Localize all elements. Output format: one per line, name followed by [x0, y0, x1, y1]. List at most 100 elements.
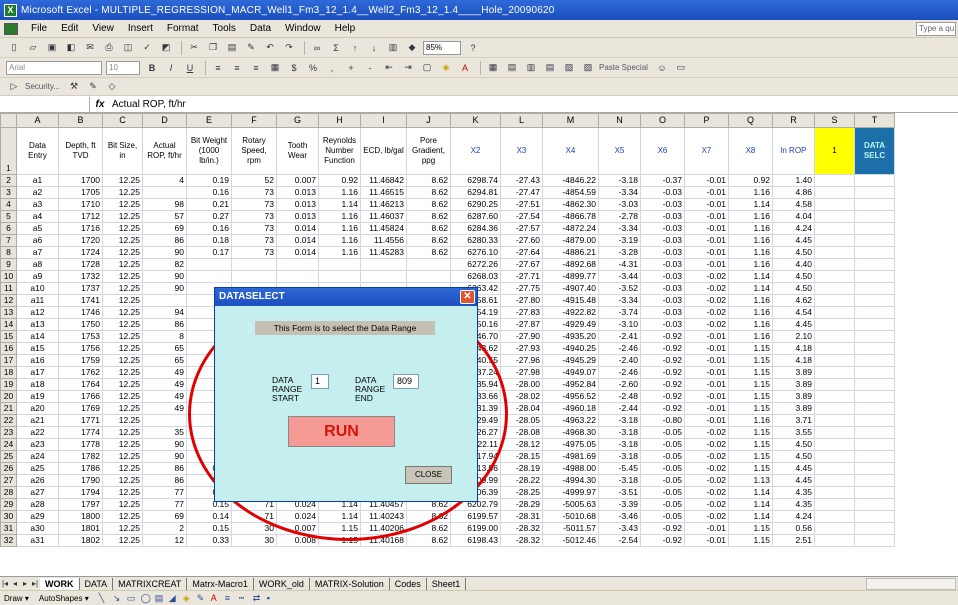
cell[interactable]: [854, 450, 895, 463]
cell[interactable]: -3.03: [598, 198, 641, 211]
cell[interactable]: 8.62: [406, 510, 451, 523]
header-cell[interactable]: 1: [814, 127, 855, 175]
cell[interactable]: 4.50: [772, 450, 815, 463]
cell[interactable]: [854, 414, 895, 427]
cell[interactable]: [854, 402, 895, 415]
cell[interactable]: [814, 210, 855, 223]
cell[interactable]: [360, 258, 407, 271]
cell[interactable]: -3.18: [598, 474, 641, 487]
cell[interactable]: a8: [16, 258, 59, 271]
fill-color-icon[interactable]: ◈: [438, 61, 454, 75]
column-header-m[interactable]: M: [542, 113, 599, 128]
cell[interactable]: 90: [142, 282, 187, 295]
run-macro-icon[interactable]: ▷: [6, 80, 22, 94]
cell[interactable]: 8.62: [406, 534, 451, 547]
header-cell[interactable]: X3: [500, 127, 543, 175]
row-header[interactable]: 13: [0, 306, 17, 319]
cell[interactable]: 12.25: [102, 318, 143, 331]
cell[interactable]: 4.18: [772, 354, 815, 367]
cell[interactable]: [854, 438, 895, 451]
column-header-s[interactable]: S: [814, 113, 855, 128]
borders-icon[interactable]: ▢: [419, 61, 435, 75]
column-header-k[interactable]: K: [450, 113, 501, 128]
cell[interactable]: a16: [16, 354, 59, 367]
cell[interactable]: -4866.78: [542, 210, 599, 223]
cell[interactable]: -27.93: [500, 342, 543, 355]
cell[interactable]: 4.54: [772, 306, 815, 319]
cell[interactable]: -27.51: [500, 198, 543, 211]
cell[interactable]: -4968.30: [542, 426, 599, 439]
cell[interactable]: [142, 294, 187, 307]
cell[interactable]: -4988.00: [542, 462, 599, 475]
column-header-f[interactable]: F: [231, 113, 277, 128]
cell[interactable]: 1746: [58, 306, 103, 319]
oval-icon[interactable]: ◯: [141, 594, 151, 603]
cell[interactable]: 1778: [58, 438, 103, 451]
grid-icon[interactable]: ▦: [485, 61, 501, 75]
header-cell[interactable]: Rotary Speed, rpm: [231, 127, 277, 175]
cell[interactable]: -0.05: [640, 438, 685, 451]
row-header[interactable]: 14: [0, 318, 17, 331]
cell[interactable]: -2.40: [598, 354, 641, 367]
cell[interactable]: -4940.25: [542, 342, 599, 355]
cell[interactable]: -0.92: [640, 354, 685, 367]
cell[interactable]: 1.15: [728, 390, 773, 403]
cell[interactable]: 0.19: [186, 174, 232, 187]
cell[interactable]: -3.28: [598, 246, 641, 259]
cell[interactable]: 1.14: [728, 282, 773, 295]
cell[interactable]: -4929.49: [542, 318, 599, 331]
cell[interactable]: -0.01: [684, 534, 729, 547]
drawing-icon[interactable]: ◆: [404, 41, 420, 55]
cell[interactable]: -2.60: [598, 378, 641, 391]
cell[interactable]: [186, 270, 232, 283]
cell[interactable]: -0.01: [684, 366, 729, 379]
underline-icon[interactable]: U: [182, 61, 198, 75]
cell[interactable]: [854, 294, 895, 307]
cell[interactable]: -0.02: [684, 438, 729, 451]
close-button[interactable]: CLOSE: [405, 466, 452, 484]
cell[interactable]: -0.02: [684, 270, 729, 283]
cell[interactable]: [814, 294, 855, 307]
menu-file[interactable]: File: [31, 23, 47, 34]
cell[interactable]: 3.89: [772, 366, 815, 379]
row-header[interactable]: 9: [0, 258, 17, 271]
cell[interactable]: a1: [16, 174, 59, 187]
cell[interactable]: 30: [231, 522, 277, 535]
cell[interactable]: -4975.05: [542, 438, 599, 451]
cell[interactable]: 57: [142, 210, 187, 223]
cell[interactable]: a19: [16, 390, 59, 403]
cell[interactable]: a6: [16, 234, 59, 247]
zoom-select[interactable]: 85%: [423, 40, 461, 55]
cell[interactable]: -28.05: [500, 414, 543, 427]
row-header[interactable]: 32: [0, 534, 17, 547]
spelling-icon[interactable]: ✓: [139, 41, 155, 55]
cell[interactable]: -4949.07: [542, 366, 599, 379]
cell[interactable]: 0.92: [728, 174, 773, 187]
row-header[interactable]: 12: [0, 294, 17, 307]
spreadsheet-grid[interactable]: A B C D E F G H I J K L M N O P Q R S T 1 Data Entry Depth, ft…: [0, 113, 958, 576]
cell[interactable]: 0.013: [276, 210, 319, 223]
cell[interactable]: 1756: [58, 342, 103, 355]
cell[interactable]: 12.25: [102, 174, 143, 187]
cell[interactable]: a27: [16, 486, 59, 499]
cell[interactable]: 94: [142, 306, 187, 319]
cell[interactable]: 1.16: [728, 186, 773, 199]
cell[interactable]: 0.14: [186, 510, 232, 523]
cell[interactable]: 0.17: [186, 246, 232, 259]
cell[interactable]: a22: [16, 426, 59, 439]
cell[interactable]: -28.00: [500, 378, 543, 391]
cell[interactable]: 8.62: [406, 210, 451, 223]
cell[interactable]: 1.16: [728, 258, 773, 271]
cell[interactable]: -28.32: [500, 522, 543, 535]
cell[interactable]: 6290.25: [450, 198, 501, 211]
cell[interactable]: -0.92: [640, 330, 685, 343]
row-header[interactable]: 4: [0, 198, 17, 211]
cell[interactable]: -0.02: [684, 294, 729, 307]
row-header[interactable]: 21: [0, 402, 17, 415]
cell[interactable]: a28: [16, 498, 59, 511]
cell[interactable]: [814, 438, 855, 451]
cell[interactable]: 1764: [58, 378, 103, 391]
cell[interactable]: 12.25: [102, 498, 143, 511]
row-header[interactable]: 10: [0, 270, 17, 283]
cell[interactable]: 1.16: [318, 222, 361, 235]
